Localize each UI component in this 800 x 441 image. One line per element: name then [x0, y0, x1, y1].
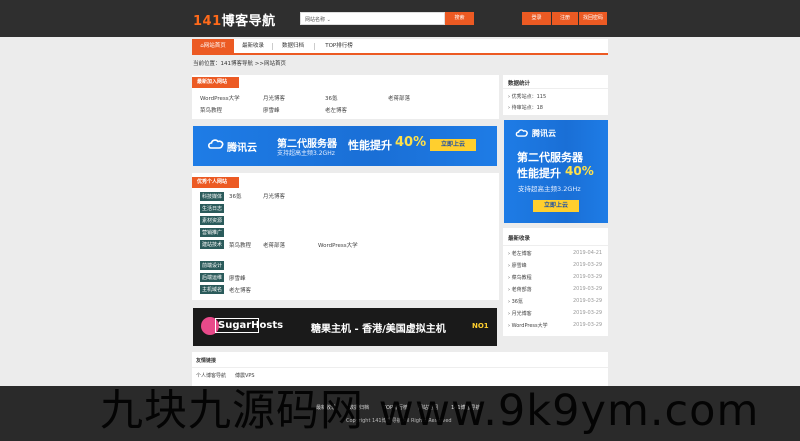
search-input[interactable]: 网站名称 ⌄ — [300, 12, 445, 25]
latest-site[interactable]: 廖雪峰 — [263, 106, 280, 114]
stats-pending: › 待审站点：18 — [508, 105, 543, 111]
personal-site[interactable]: 月光博客 — [263, 192, 285, 200]
divider — [192, 367, 608, 368]
recent-date: 2019-03-29 — [573, 274, 603, 280]
personal-site[interactable]: 老左博客 — [229, 286, 251, 294]
stats-panel: 数据统计 › 优秀站点：115 › 待审站点：18 — [503, 75, 608, 115]
nav-divider — [314, 43, 315, 50]
breadcrumb: 当前位置：141博客导航 >>网站首页 — [193, 61, 286, 67]
recent-title: 最新收录 — [508, 236, 531, 242]
recent-item[interactable]: › 月光博客 — [508, 310, 532, 317]
sugarhosts-text: 糖果主机 - 香港/美国虚拟主机 — [311, 324, 446, 335]
personal-site[interactable]: 老蒋部落 — [263, 241, 285, 249]
site-logo[interactable]: 141博客导航 — [193, 10, 276, 29]
recent-date: 2019-04-21 — [573, 250, 603, 256]
latest-site[interactable]: 老左博客 — [325, 106, 347, 114]
latest-panel: 最新加入网站 WordPress大学 月光博客 36氪 老蒋部落 菜鸟教程 廖雪… — [192, 75, 499, 119]
category-tag[interactable]: 前端设计 — [200, 261, 225, 270]
divider — [503, 88, 608, 89]
recent-date: 2019-03-29 — [573, 310, 603, 316]
cloud-icon — [515, 129, 528, 137]
forgot-password-button[interactable]: 找回密码 — [579, 12, 607, 25]
personal-site[interactable]: WordPress大学 — [318, 241, 358, 249]
divider — [503, 245, 608, 246]
personal-site[interactable]: 廖雪峰 — [229, 274, 246, 282]
sugarhosts-badge: NO1 — [472, 322, 489, 330]
personal-title: 优秀个人网站 — [192, 177, 239, 188]
recent-item[interactable]: › 36氪 — [508, 298, 523, 305]
ad-perf-number: 40% — [395, 135, 427, 150]
nav-archive[interactable]: 数据归档 — [278, 39, 308, 53]
personal-site[interactable]: 36氪 — [229, 192, 242, 200]
ad-perf-label: 性能提升 — [517, 167, 561, 180]
stats-approved: › 优秀站点：115 — [508, 94, 547, 100]
watermark-text: 九块九源码网 www.9k9ym.com — [100, 386, 760, 436]
register-button[interactable]: 注册 — [552, 12, 578, 25]
search-button[interactable]: 搜索 — [445, 12, 474, 25]
category-tag[interactable]: 营销推广 — [200, 228, 225, 237]
friend-links-title: 友情链接 — [196, 358, 217, 364]
recent-item[interactable]: › 老左博客 — [508, 250, 532, 257]
latest-site[interactable]: 月光博客 — [263, 94, 285, 102]
category-tag[interactable]: 素材资源 — [200, 216, 225, 225]
latest-title: 最新加入网站 — [192, 77, 239, 88]
ad-headline: 第二代服务器 — [517, 151, 583, 164]
recent-date: 2019-03-29 — [573, 322, 603, 328]
category-tag[interactable]: 科技媒体 — [200, 192, 225, 201]
sugarhosts-brand: SugarHosts — [215, 318, 283, 333]
tencent-cloud-side-ad[interactable]: 腾讯云 第二代服务器 性能提升 40% 支持超高主频3.2GHz 立即上云 — [504, 120, 608, 223]
main-nav: ⌂网站首页 最新收录 数据归档 TOP排行榜 — [192, 39, 608, 55]
stats-title: 数据统计 — [508, 81, 531, 87]
nav-divider — [272, 43, 273, 50]
category-tag[interactable]: 建站技术 — [200, 240, 225, 249]
latest-site[interactable]: 36氪 — [325, 94, 338, 102]
login-button[interactable]: 登录 — [522, 12, 551, 25]
cloud-icon — [208, 139, 224, 149]
category-tag[interactable]: 后端运维 — [200, 273, 225, 282]
recent-date: 2019-03-29 — [573, 262, 603, 268]
sugarhosts-ad[interactable]: SugarHosts 糖果主机 - 香港/美国虚拟主机 NO1 — [193, 308, 497, 346]
ad-brand: 腾讯云 — [227, 143, 257, 154]
ad-subline: 支持超高主频3.2GHz — [518, 185, 581, 193]
recent-item[interactable]: › 廖雪峰 — [508, 262, 527, 269]
recent-date: 2019-03-29 — [573, 298, 603, 304]
ad-perf-label: 性能提升 — [348, 139, 392, 152]
nav-home[interactable]: ⌂网站首页 — [192, 39, 234, 53]
nav-latest[interactable]: 最新收录 — [238, 39, 268, 53]
category-tag[interactable]: 主机域名 — [200, 285, 225, 294]
latest-site[interactable]: WordPress大学 — [200, 94, 240, 102]
tencent-cloud-ad[interactable]: 腾讯云 第二代服务器 支持超高主频3.2GHz 性能提升 40% 立即上云 — [193, 126, 497, 166]
personal-site[interactable]: 菜鸟教程 — [229, 241, 251, 249]
latest-site[interactable]: 菜鸟教程 — [200, 106, 222, 114]
recent-item[interactable]: › 菜鸟教程 — [508, 274, 532, 281]
recent-item[interactable]: › WordPress大学 — [508, 322, 548, 329]
category-tag[interactable]: 生活日志 — [200, 204, 225, 213]
recent-item[interactable]: › 老蒋部落 — [508, 286, 532, 293]
personal-panel: 优秀个人网站 科技媒体 36氪 月光博客 生活日志 素材资源 营销推广 建站技术… — [192, 173, 499, 300]
latest-site[interactable]: 老蒋部落 — [388, 94, 410, 102]
ad-cta-button[interactable]: 立即上云 — [430, 139, 476, 151]
recent-date: 2019-03-29 — [573, 286, 603, 292]
recent-panel: 最新收录 › 老左博客 2019-04-21 › 廖雪峰 2019-03-29 … — [503, 228, 608, 336]
ad-cta-button[interactable]: 立即上云 — [533, 200, 579, 212]
ad-brand: 腾讯云 — [532, 129, 556, 138]
nav-top[interactable]: TOP排行榜 — [319, 39, 359, 53]
ad-subline: 支持超高主频3.2GHz — [277, 150, 335, 157]
ad-perf-number: 40% — [565, 164, 594, 178]
